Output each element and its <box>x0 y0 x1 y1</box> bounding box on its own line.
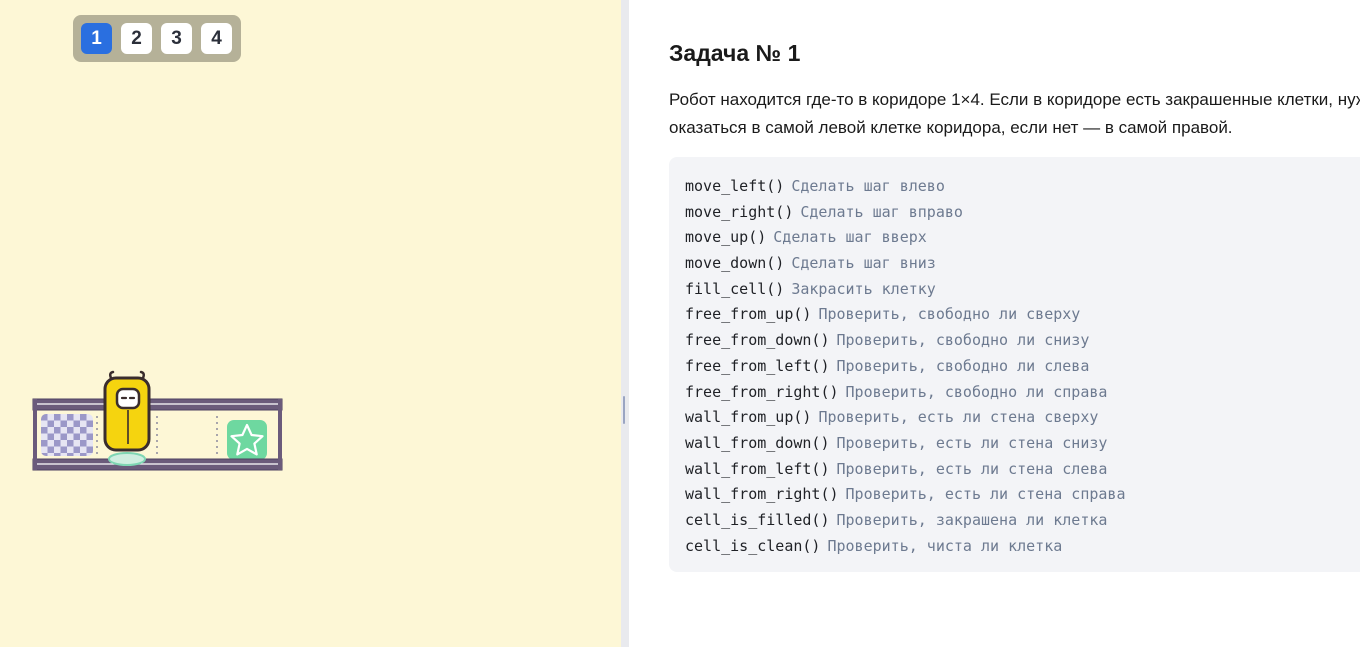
commands-box: move_left() Сделать шаг влево move_right()… <box>669 157 1360 572</box>
field-pane: 1 2 3 4 <box>0 0 621 647</box>
command-description: Проверить, есть ли стена слева <box>836 459 1108 478</box>
command-name: wall_from_left() <box>685 459 830 478</box>
command-name: free_from_left() <box>685 356 830 375</box>
command-row: move_right() Сделать шаг вправо <box>685 200 1126 226</box>
command-description: Проверить, свободно ли снизу <box>836 331 1090 350</box>
resize-handle[interactable] <box>623 396 625 424</box>
command-description: Проверить, есть ли стена сверху <box>818 408 1099 427</box>
command-name: move_left() <box>685 177 785 195</box>
wall-left <box>33 399 37 470</box>
command-name: free_from_right() <box>685 382 839 401</box>
command-description: Закрасить клетку <box>791 279 936 298</box>
command-name: free_from_down() <box>685 331 830 350</box>
command-description: Проверить, закрашена ли клетка <box>836 510 1108 529</box>
command-name: fill_cell() <box>685 279 785 298</box>
command-row: wall_from_right() Проверить, есть ли стен… <box>685 482 1126 508</box>
command-row: wall_from_left() Проверить, есть ли стена… <box>685 457 1126 483</box>
command-name: move_right() <box>685 202 794 221</box>
command-name: wall_from_right() <box>685 485 839 504</box>
filled-cell <box>41 414 93 456</box>
command-description: Проверить, есть ли стена справа <box>845 485 1126 504</box>
command-row: cell_is_clean() Проверить, чиста ли клетк… <box>685 534 1126 560</box>
command-description: Проверить, чиста ли клетка <box>827 536 1063 555</box>
command-description: Сделать шаг вправо <box>800 202 963 221</box>
command-name: wall_from_up() <box>685 408 812 427</box>
task-title: Задача № 1 <box>669 40 801 66</box>
command-name: free_from_up() <box>685 305 812 324</box>
command-row: move_left() Сделать шаг влево <box>685 174 1126 200</box>
command-name: move_up() <box>685 228 767 247</box>
command-row: move_down() Сделать шаг вниз <box>685 251 1126 277</box>
command-description: Проверить, свободно ли справа <box>845 382 1108 401</box>
wall-right <box>278 399 282 470</box>
command-name: cell_is_filled() <box>685 510 830 529</box>
command-description: Проверить, есть ли стена снизу <box>836 433 1108 452</box>
command-row: free_from_right() Проверить, свободно ли … <box>685 380 1126 406</box>
robot-field <box>32 370 283 471</box>
task-description: Робот находится где-то в коридоре 1×4. Е… <box>669 90 1360 137</box>
command-row: free_from_up() Проверить, свободно ли све… <box>685 302 1126 328</box>
command-row: free_from_down() Проверить, свободно ли с… <box>685 328 1126 354</box>
command-description: Проверить, свободно ли сверху <box>818 305 1081 324</box>
command-description: Проверить, свободно ли слева <box>836 356 1090 375</box>
command-row: cell_is_filled() Проверить, закрашена ли … <box>685 508 1126 534</box>
command-row: wall_from_down() Проверить, есть ли стена… <box>685 431 1126 457</box>
command-row: free_from_left() Проверить, свободно ли с… <box>685 354 1126 380</box>
command-description: Сделать шаг вниз <box>791 254 936 273</box>
command-name: move_down() <box>685 254 785 273</box>
command-row: fill_cell() Закрасить клетку <box>685 277 1126 303</box>
command-description: Сделать шаг вверх <box>773 228 927 247</box>
command-name: cell_is_clean() <box>685 536 821 555</box>
command-row: move_up() Сделать шаг вверх <box>685 225 1126 251</box>
command-row: wall_from_up() Проверить, есть ли стена с… <box>685 405 1126 431</box>
command-description: Сделать шаг влево <box>791 177 945 195</box>
command-list: move_left() Сделать шаг влево move_right()… <box>685 174 1126 559</box>
pane-divider[interactable] <box>621 0 629 647</box>
command-name: wall_from_down() <box>685 433 830 452</box>
task-pane: Задача № 1 Робот находится где-то в кори… <box>629 0 1360 647</box>
